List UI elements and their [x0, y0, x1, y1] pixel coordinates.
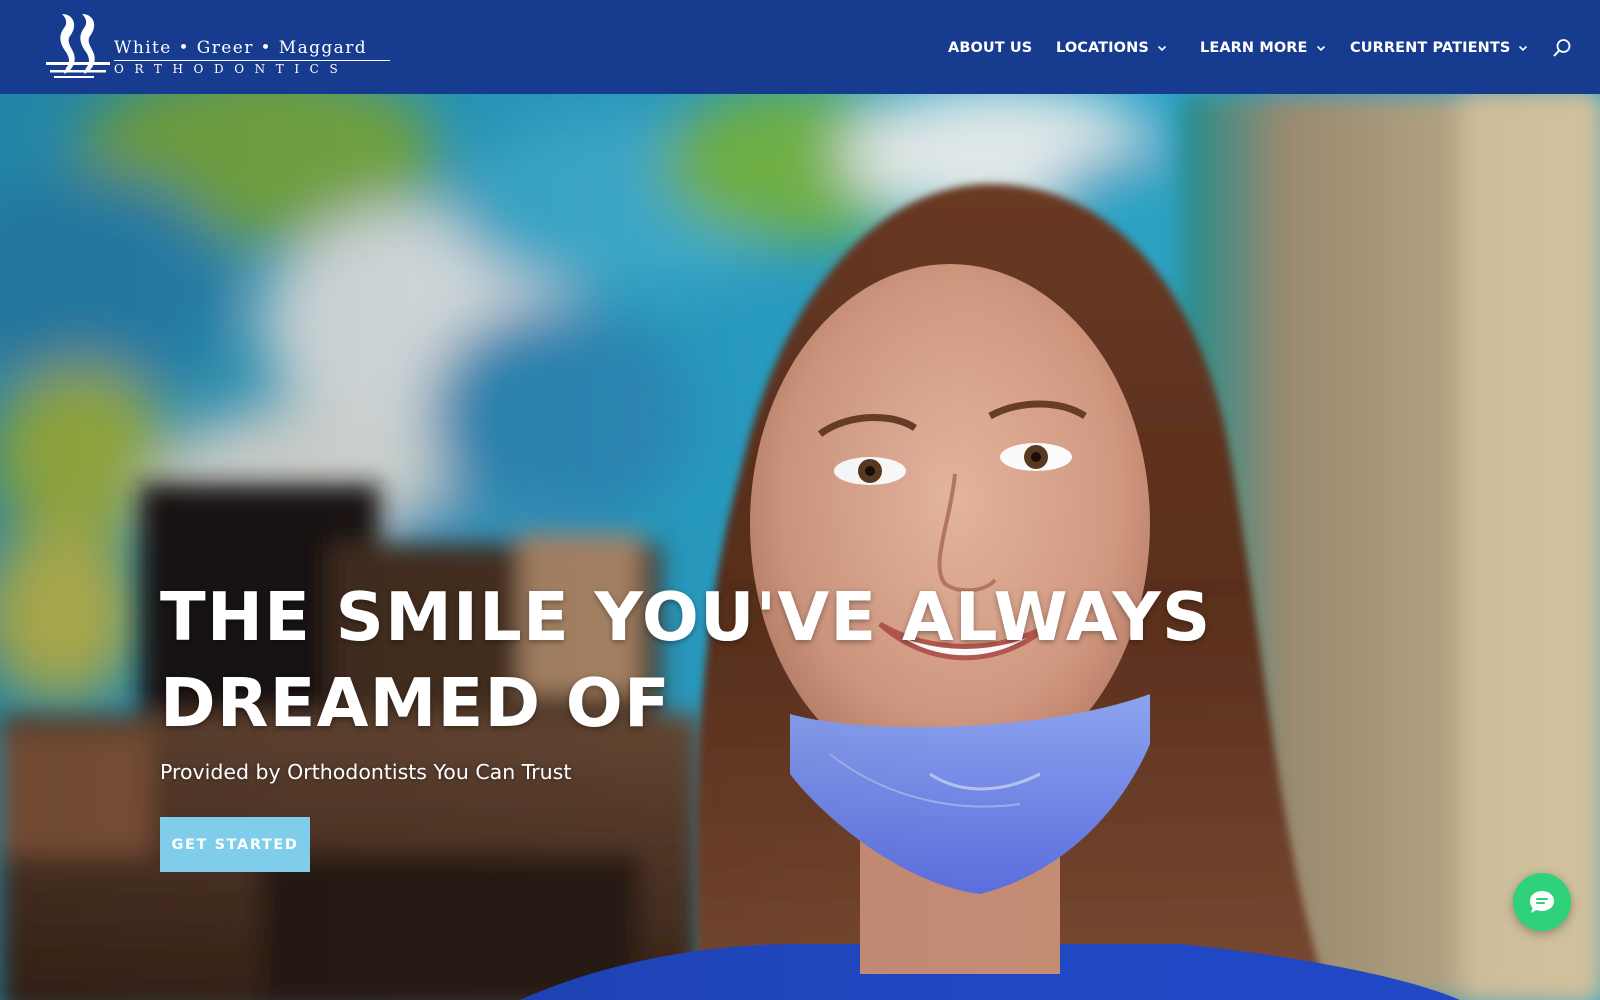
site-header: White • Greer • Maggard ORTHODONTICS ABO…	[0, 0, 1600, 94]
nav-item-label: CURRENT PATIENTS	[1350, 40, 1511, 56]
hero-subtitle: Provided by Orthodontists You Can Trust	[160, 760, 572, 784]
hero-title-line-1: THE SMILE YOU'VE ALWAYS	[160, 578, 1212, 656]
hero-title: THE SMILE YOU'VE ALWAYS DREAMED OF	[160, 574, 1220, 746]
chevron-down-icon	[1519, 45, 1528, 52]
brand-logo-mark-icon	[46, 14, 110, 78]
nav-item-learn-more[interactable]: LEARN MORE	[1200, 37, 1326, 59]
brand-logo[interactable]: White • Greer • Maggard ORTHODONTICS	[44, 12, 390, 84]
nav-item-label: LEARN MORE	[1200, 40, 1308, 56]
search-icon[interactable]	[1552, 38, 1572, 58]
nav-item-current-patients[interactable]: CURRENT PATIENTS	[1350, 37, 1528, 59]
chat-icon	[1530, 891, 1554, 913]
nav-item-label: ABOUT US	[948, 40, 1033, 56]
nav-item-label: LOCATIONS	[1056, 40, 1149, 56]
hero-title-line-2: DREAMED OF	[160, 664, 671, 742]
nav-item-locations[interactable]: LOCATIONS	[1056, 37, 1167, 59]
chevron-down-icon	[1157, 45, 1166, 52]
chevron-down-icon	[1316, 45, 1325, 52]
brand-subtitle: ORTHODONTICS	[114, 62, 349, 76]
nav-item-about-us[interactable]: ABOUT US	[948, 37, 1032, 59]
brand-divider	[114, 60, 390, 61]
chat-button[interactable]	[1513, 873, 1571, 931]
get-started-button[interactable]: GET STARTED	[160, 817, 310, 872]
brand-name: White • Greer • Maggard	[114, 38, 368, 58]
main-nav: ABOUT US LOCATIONS LEARN MORE CURRENT PA…	[948, 0, 1568, 94]
